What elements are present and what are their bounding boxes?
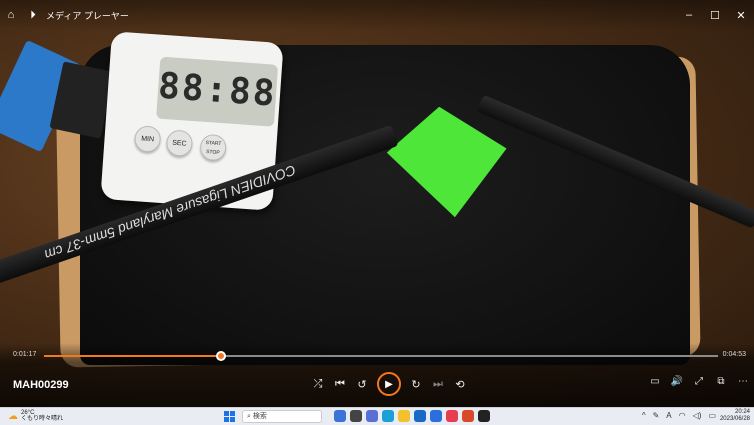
pen-icon[interactable]: ✎ xyxy=(653,411,660,420)
window-title: メディア プレーヤー xyxy=(46,10,129,21)
title-bar: ⌂ ⏵ メディア プレーヤー – ☐ ✕ xyxy=(0,0,754,30)
taskbar-clock[interactable]: 20:24 2023/06/28 xyxy=(720,409,750,423)
previous-icon[interactable]: ⏮ xyxy=(329,378,351,391)
app-chat-icon[interactable] xyxy=(366,410,378,422)
more-options-icon[interactable]: ⋯ xyxy=(732,376,754,387)
seek-bar-thumb[interactable] xyxy=(216,351,227,361)
play-button[interactable]: ▶ xyxy=(377,372,401,396)
app-explorer-icon[interactable] xyxy=(398,410,410,422)
subtitles-icon[interactable]: ▭ xyxy=(644,376,666,387)
view-controls: ▭ 🔊 ⤢ ⧉ ⋯ xyxy=(644,376,754,387)
transport-controls: ⤮ ⏮ ↺ ▶ ↻ ⏭ ⟲ xyxy=(307,372,471,396)
media-player-window: 88:88 MIN SEC START STOP COVIDIEN Ligasu… xyxy=(0,0,754,407)
maximize-button[interactable]: ☐ xyxy=(702,9,728,22)
shuffle-icon[interactable]: ⤮ xyxy=(307,378,329,391)
taskbar-search[interactable]: ⌕ 検索 xyxy=(242,410,322,423)
play-icon: ▶ xyxy=(385,378,393,390)
app-photos-icon[interactable] xyxy=(446,410,458,422)
seek-bar-progress xyxy=(44,355,222,357)
seek-bar[interactable] xyxy=(44,351,718,361)
start-button[interactable] xyxy=(224,411,235,422)
miniplayer-icon[interactable]: ⧉ xyxy=(710,376,732,387)
wifi-icon[interactable]: ◠ xyxy=(679,411,686,420)
ime-indicator[interactable]: A xyxy=(666,411,671,420)
app-mail-icon[interactable] xyxy=(430,410,442,422)
app-store-icon[interactable] xyxy=(414,410,426,422)
app-edge-icon[interactable] xyxy=(382,410,394,422)
app-taskview-icon[interactable] xyxy=(350,410,362,422)
app-mediaplayer-icon[interactable] xyxy=(478,410,490,422)
skip-forward-icon[interactable]: ↻ xyxy=(405,378,427,391)
timer-sec-button: SEC xyxy=(165,129,194,158)
weather-desc: くもり時々晴れ xyxy=(21,416,64,422)
skip-back-icon[interactable]: ↺ xyxy=(351,378,373,391)
taskbar-apps xyxy=(334,410,494,422)
media-filename: MAH00299 xyxy=(13,379,69,391)
search-placeholder: 検索 xyxy=(252,413,267,420)
total-duration: 0:04:53 xyxy=(722,351,746,358)
app-play-icon: ⏵ xyxy=(30,8,36,21)
fullscreen-icon[interactable]: ⤢ xyxy=(688,376,710,387)
timer-start-stop-button: START STOP xyxy=(199,133,228,162)
windows-taskbar: ☁ 26°C くもり時々晴れ ⌕ 検索 ^ ✎ A ◠ ◁) ▭ 20:24 2… xyxy=(0,407,754,425)
app-firefox-icon[interactable] xyxy=(462,410,474,422)
repeat-icon[interactable]: ⟲ xyxy=(449,378,471,391)
timer-display: 88:88 xyxy=(156,56,279,127)
clock-date: 2023/06/28 xyxy=(719,416,750,422)
elapsed-time: 0:01:17 xyxy=(13,351,37,358)
minimize-button[interactable]: – xyxy=(676,9,702,22)
chevron-up-icon[interactable]: ^ xyxy=(642,411,646,420)
playback-controls: 0:01:17 0:04:53 MAH00299 ⤮ ⏮ ↺ ▶ ↻ ⏭ ⟲ ▭… xyxy=(0,343,754,407)
clock-time: 20:24 xyxy=(734,409,750,415)
app-bing-icon[interactable] xyxy=(334,410,346,422)
timer-min-button: MIN xyxy=(133,125,162,153)
close-button[interactable]: ✕ xyxy=(728,9,754,22)
speaker-icon[interactable]: ◁) xyxy=(693,411,702,420)
system-tray: ^ ✎ A ◠ ◁) ▭ xyxy=(635,411,716,420)
volume-icon[interactable]: 🔊 xyxy=(666,376,688,387)
home-icon[interactable]: ⌂ xyxy=(0,9,22,21)
weather-icon: ☁ xyxy=(8,410,18,422)
battery-icon[interactable]: ▭ xyxy=(708,411,716,420)
next-icon[interactable]: ⏭ xyxy=(427,378,449,391)
weather-widget[interactable]: ☁ 26°C くもり時々晴れ xyxy=(8,410,63,422)
